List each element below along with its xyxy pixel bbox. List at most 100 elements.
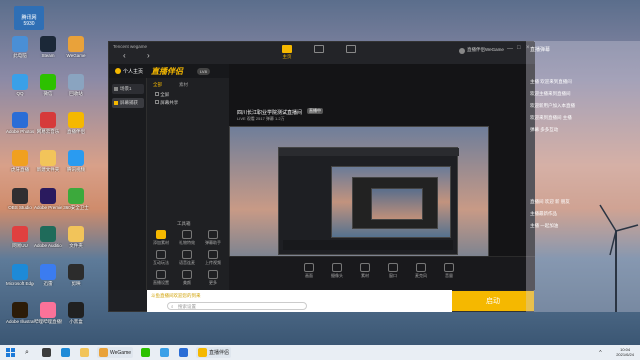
- checkbox-icon[interactable]: [155, 100, 159, 104]
- taskbar-wegame-label: WeGame: [110, 349, 132, 356]
- user-badge-sub: 5930: [23, 21, 35, 27]
- chat-message: 主播 欢迎来到直播间: [530, 79, 572, 84]
- desktop-icon-label: Microsoft Edge: [6, 281, 34, 286]
- tool-button[interactable]: 礼物特效: [177, 230, 197, 246]
- checkbox-icon[interactable]: [155, 92, 159, 96]
- app-icon: [12, 264, 28, 280]
- desktop-icon[interactable]: 虎牙直播: [6, 150, 34, 172]
- minimize-icon[interactable]: —: [507, 46, 513, 52]
- app-icon: [68, 112, 84, 128]
- app-icon: [40, 150, 56, 166]
- taskbar-qq[interactable]: [158, 347, 171, 358]
- control-mic[interactable]: 麦克风: [411, 263, 431, 279]
- desktop-icon-label: WeGame: [66, 53, 86, 58]
- tool-button[interactable]: 上传视频: [203, 250, 223, 266]
- start-button[interactable]: 启动: [452, 291, 534, 311]
- taskbar-task-view[interactable]: [40, 347, 53, 358]
- avatar[interactable]: [459, 48, 465, 54]
- desktop-icon[interactable]: OBS Studio: [6, 188, 34, 210]
- desktop-icon[interactable]: 360安全卫士: [62, 188, 90, 210]
- control-camera[interactable]: 摄像头: [327, 263, 347, 279]
- desktop-icon[interactable]: 网易UU: [6, 226, 34, 248]
- desktop-icon[interactable]: 腾讯视频: [62, 150, 90, 172]
- forward-arrow-icon[interactable]: ›: [147, 51, 150, 60]
- tab-video[interactable]: [311, 45, 327, 54]
- source-item[interactable]: 屏幕共享: [155, 100, 178, 106]
- desktop-icon[interactable]: 网易云音乐: [34, 112, 62, 134]
- control-material[interactable]: 素材: [355, 263, 375, 279]
- tool-button[interactable]: 弹幕助手: [203, 230, 223, 246]
- chat-message: 欢迎新用户加入本直播: [530, 103, 575, 108]
- tool-button[interactable]: 互动玩法: [151, 250, 171, 266]
- tool-icon: [182, 270, 192, 279]
- control-volume[interactable]: 音量: [439, 263, 459, 279]
- control-window[interactable]: 窗口: [383, 263, 403, 279]
- tray-arrow[interactable]: ^: [597, 347, 608, 358]
- tab-record[interactable]: [343, 45, 359, 54]
- back-arrow-icon[interactable]: ‹: [123, 51, 126, 60]
- control-screen[interactable]: 画面: [299, 263, 319, 279]
- folder-icon: [80, 348, 89, 357]
- user-name: 直播伴侣WeGame: [467, 47, 504, 52]
- desktop-icon-label: 腾讯视频: [67, 167, 85, 172]
- desktop-icon[interactable]: 哔哩哔哩直播姬: [34, 302, 62, 324]
- taskbar-edge[interactable]: [59, 347, 72, 358]
- desktop-icon[interactable]: 新建文件夹: [34, 150, 62, 172]
- tab-home[interactable]: 主页: [279, 45, 295, 60]
- screen-capture-level5: [371, 188, 423, 220]
- desktop-icon[interactable]: Adobe Premiere: [34, 188, 62, 210]
- desktop-icon[interactable]: 回收站: [62, 74, 90, 96]
- taskbar-explorer[interactable]: [78, 347, 91, 358]
- start-menu-button[interactable]: [4, 347, 17, 358]
- desktop-icon[interactable]: WeGame: [62, 36, 90, 58]
- taskbar-wegame[interactable]: WeGame: [97, 347, 134, 358]
- tool-button[interactable]: 更多: [203, 270, 223, 286]
- announce-text: 斗鱼直播间欢迎您的到来: [151, 293, 201, 298]
- app-icon: [12, 226, 28, 242]
- tab-material[interactable]: 素材: [179, 82, 188, 88]
- desktop-icon[interactable]: 剪映: [62, 264, 90, 286]
- tray-clock[interactable]: 10:04 2021/6/24: [614, 347, 636, 358]
- desktop-icon[interactable]: Adobe Illustrator: [6, 302, 34, 324]
- tool-icon: [208, 230, 218, 239]
- app-icon: [68, 188, 84, 204]
- desktop-icon[interactable]: 此电脑: [6, 36, 34, 58]
- desktop-icon[interactable]: 直播伴侣: [62, 112, 90, 134]
- desktop-icon[interactable]: 文件夹: [62, 226, 90, 248]
- screen-capture-level2: [278, 147, 459, 255]
- tool-button[interactable]: 直播设置: [151, 270, 171, 286]
- search-input[interactable]: ⌕ 搜索设置: [167, 302, 307, 310]
- tab-all[interactable]: 全部: [153, 82, 162, 88]
- edge-icon: [61, 348, 70, 357]
- desktop-icon[interactable]: Microsoft Edge: [6, 264, 34, 286]
- scene-item[interactable]: 场景1: [112, 84, 144, 94]
- maximize-icon[interactable]: □: [517, 45, 521, 51]
- personal-label[interactable]: 个人主页: [123, 68, 143, 75]
- desktop-icon[interactable]: Steam: [34, 36, 62, 58]
- desktop-icon-label: 此电脑: [13, 53, 27, 58]
- tool-button[interactable]: 语音连麦: [177, 250, 197, 266]
- scene-label: 场景1: [120, 86, 132, 91]
- user-badge[interactable]: 腾讯网 5930: [14, 6, 44, 30]
- app-icon: [12, 188, 28, 204]
- taskbar-wechat[interactable]: [139, 347, 152, 358]
- source-item[interactable]: 全屏: [155, 92, 169, 98]
- app-icon: [40, 188, 56, 204]
- app-icon: [40, 302, 56, 318]
- taskbar-search-button[interactable]: ⌕: [23, 347, 34, 358]
- desktop-icon[interactable]: 微信: [34, 74, 62, 96]
- tool-button[interactable]: 美颜: [177, 270, 197, 286]
- desktop-icon[interactable]: 小黑盒: [62, 302, 90, 324]
- taskbar-live[interactable]: 直播伴侣: [196, 347, 232, 358]
- desktop-icon[interactable]: QQ: [6, 74, 34, 96]
- taskbar-ps[interactable]: [177, 347, 190, 358]
- tool-button[interactable]: 添加素材: [151, 230, 171, 246]
- desktop-icon[interactable]: Adobe Audition: [34, 226, 62, 248]
- desktop-icon[interactable]: 迅雷: [34, 264, 62, 286]
- scene-item[interactable]: 屏幕捕获: [112, 98, 144, 108]
- task-view-icon: [42, 348, 51, 357]
- desktop-icon[interactable]: Adobe Photoshop: [6, 112, 34, 134]
- app-icon: [12, 36, 28, 52]
- control-label: 音量: [445, 273, 453, 278]
- desktop-icon-label: 直播伴侣: [67, 129, 85, 134]
